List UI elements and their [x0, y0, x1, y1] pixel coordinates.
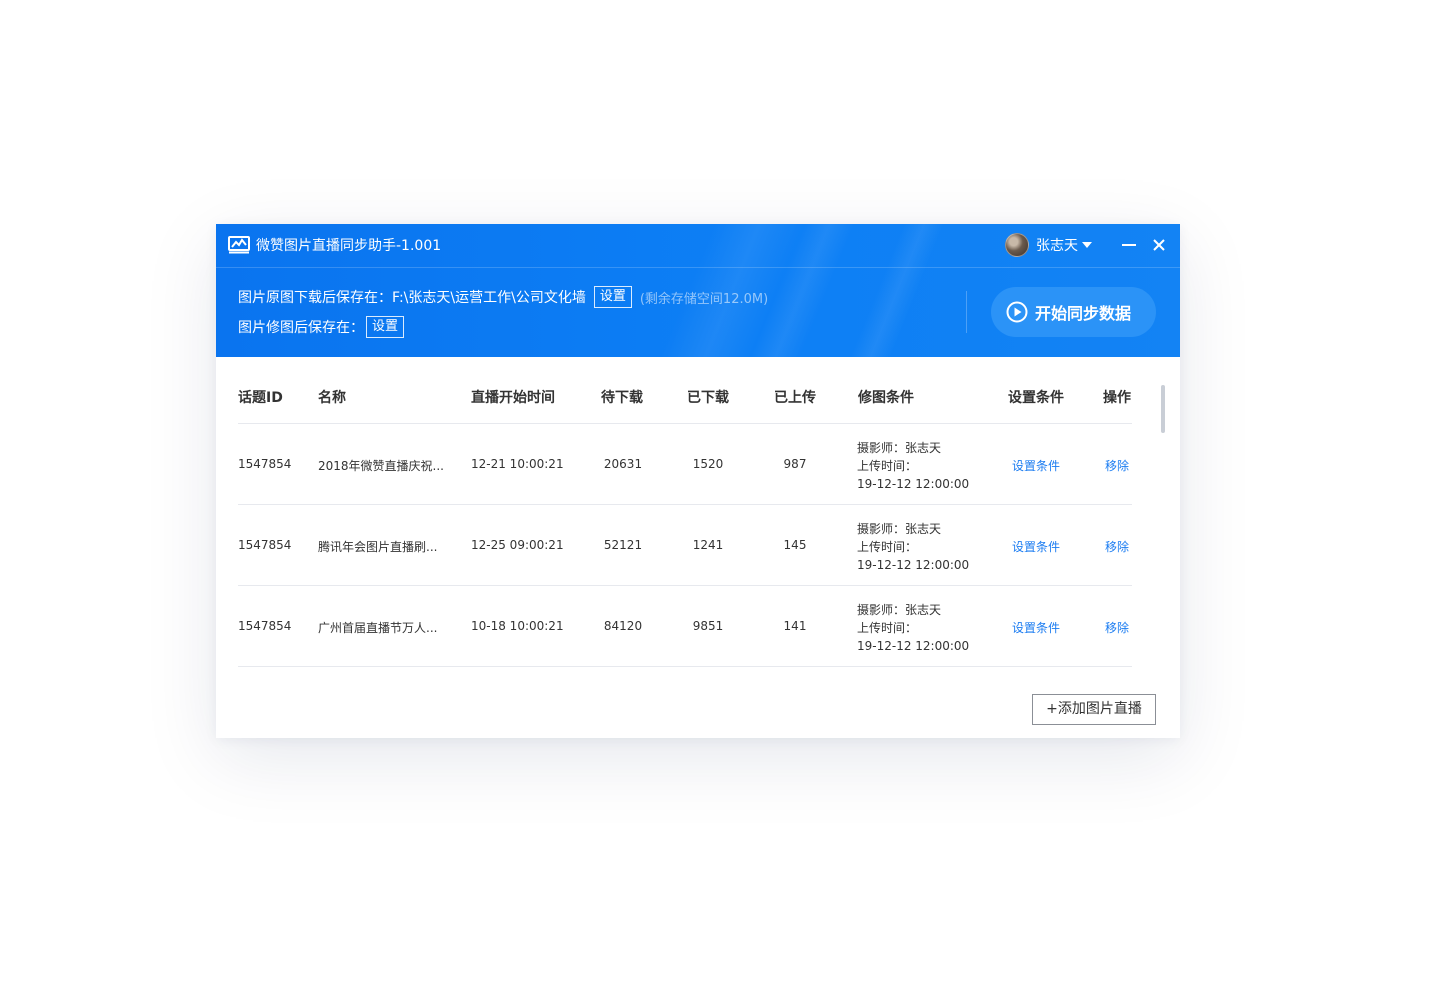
col-set-conditions: 设置条件 [1008, 390, 1064, 406]
original-path-set-button[interactable]: 设置 [593, 286, 632, 308]
col-actions: 操作 [1103, 390, 1131, 406]
condition-photographer: 摄影师：张志天 [857, 522, 942, 536]
condition-photographer: 摄影师：张志天 [857, 603, 942, 617]
app-window: 微赞图片直播同步助手-1.001 张志天 图片原图下载后保存在：F:\张志天\运… [216, 224, 1180, 738]
cell-conditions: 摄影师：张志天 上传时间： 19-12-12 12:00:00 [857, 601, 969, 655]
avatar [1005, 233, 1029, 257]
col-name: 名称 [318, 390, 346, 406]
set-condition-link[interactable]: 设置条件 [1012, 619, 1060, 636]
table-row: 1547854 广州首届直播节万人... 10-18 10:00:21 8412… [238, 586, 1132, 667]
set-condition-link[interactable]: 设置条件 [1012, 457, 1060, 474]
col-topic-id: 话题ID [238, 390, 283, 406]
original-path-label: 图片原图下载后保存在：F:\张志天\运营工作\公司文化墙 [238, 290, 586, 306]
edited-path-label: 图片修图后保存在： [238, 320, 364, 336]
cell-uploaded: 987 [783, 457, 807, 471]
remove-link[interactable]: 移除 [1105, 619, 1129, 636]
close-icon[interactable] [1152, 238, 1166, 252]
condition-photographer: 摄影师：张志天 [857, 441, 942, 455]
cell-start-time: 12-25 09:00:21 [471, 538, 564, 552]
username: 张志天 [1036, 238, 1078, 254]
remove-link[interactable]: 移除 [1105, 538, 1129, 555]
original-path-row: 图片原图下载后保存在：F:\张志天\运营工作\公司文化墙 设置 (剩余存储空间1… [238, 286, 768, 308]
cell-name: 广州首届直播节万人... [318, 621, 438, 635]
table-row: 1547854 腾讯年会图片直播刷... 12-25 09:00:21 5212… [238, 505, 1132, 586]
cell-downloaded: 1241 [692, 538, 724, 552]
app-logo-icon [228, 236, 250, 254]
cell-pending: 84120 [603, 619, 643, 633]
cell-topic-id: 1547854 [238, 538, 292, 552]
table-header: 话题ID 名称 直播开始时间 待下载 已下载 已上传 修图条件 设置条件 操作 [238, 383, 1132, 424]
title-bar: 微赞图片直播同步助手-1.001 张志天 [216, 224, 1180, 268]
header-panel: 微赞图片直播同步助手-1.001 张志天 图片原图下载后保存在：F:\张志天\运… [216, 224, 1180, 357]
app-title: 微赞图片直播同步助手-1.001 [256, 238, 442, 254]
storage-remaining: (剩余存储空间12.0M) [639, 291, 769, 307]
add-live-button[interactable]: +添加图片直播 [1032, 694, 1156, 725]
cell-name: 2018年微赞直播庆祝... [318, 459, 444, 473]
condition-upload-time: 19-12-12 12:00:00 [857, 558, 970, 572]
cell-start-time: 10-18 10:00:21 [471, 619, 564, 633]
cell-pending: 20631 [603, 457, 643, 471]
cell-uploaded: 145 [783, 538, 807, 552]
cell-name: 腾讯年会图片直播刷... [318, 540, 438, 554]
user-menu[interactable]: 张志天 [1005, 233, 1092, 257]
cell-uploaded: 141 [783, 619, 807, 633]
set-condition-link[interactable]: 设置条件 [1012, 538, 1060, 555]
minimize-icon[interactable] [1122, 244, 1136, 246]
cell-topic-id: 1547854 [238, 457, 292, 471]
cell-downloaded: 1520 [692, 457, 724, 471]
col-edit-conditions: 修图条件 [858, 390, 914, 406]
cell-start-time: 12-21 10:00:21 [471, 457, 564, 471]
condition-upload-time: 19-12-12 12:00:00 [857, 477, 970, 491]
col-pending: 待下载 [601, 390, 643, 406]
live-list-table: 话题ID 名称 直播开始时间 待下载 已下载 已上传 修图条件 设置条件 操作 … [216, 357, 1180, 738]
col-start-time: 直播开始时间 [471, 390, 555, 406]
cell-conditions: 摄影师：张志天 上传时间： 19-12-12 12:00:00 [857, 439, 969, 493]
header-divider [966, 291, 967, 333]
condition-upload-time: 19-12-12 12:00:00 [857, 639, 970, 653]
cell-conditions: 摄影师：张志天 上传时间： 19-12-12 12:00:00 [857, 520, 969, 574]
remove-link[interactable]: 移除 [1105, 457, 1129, 474]
scrollbar[interactable] [1161, 385, 1165, 433]
start-sync-button[interactable]: 开始同步数据 [991, 287, 1156, 337]
cell-pending: 52121 [603, 538, 643, 552]
condition-upload-label: 上传时间： [857, 540, 918, 554]
col-uploaded: 已上传 [774, 390, 816, 406]
caret-down-icon [1082, 242, 1092, 248]
start-sync-label: 开始同步数据 [1035, 304, 1132, 323]
cell-downloaded: 9851 [692, 619, 724, 633]
edited-path-set-button[interactable]: 设置 [366, 316, 405, 338]
condition-upload-label: 上传时间： [857, 459, 918, 473]
cell-topic-id: 1547854 [238, 619, 292, 633]
play-circle-icon [1006, 301, 1028, 323]
condition-upload-label: 上传时间： [857, 621, 918, 635]
col-downloaded: 已下载 [687, 390, 729, 406]
table-row: 1547854 2018年微赞直播庆祝... 12-21 10:00:21 20… [238, 424, 1132, 505]
edited-path-row: 图片修图后保存在： 设置 [238, 316, 405, 338]
